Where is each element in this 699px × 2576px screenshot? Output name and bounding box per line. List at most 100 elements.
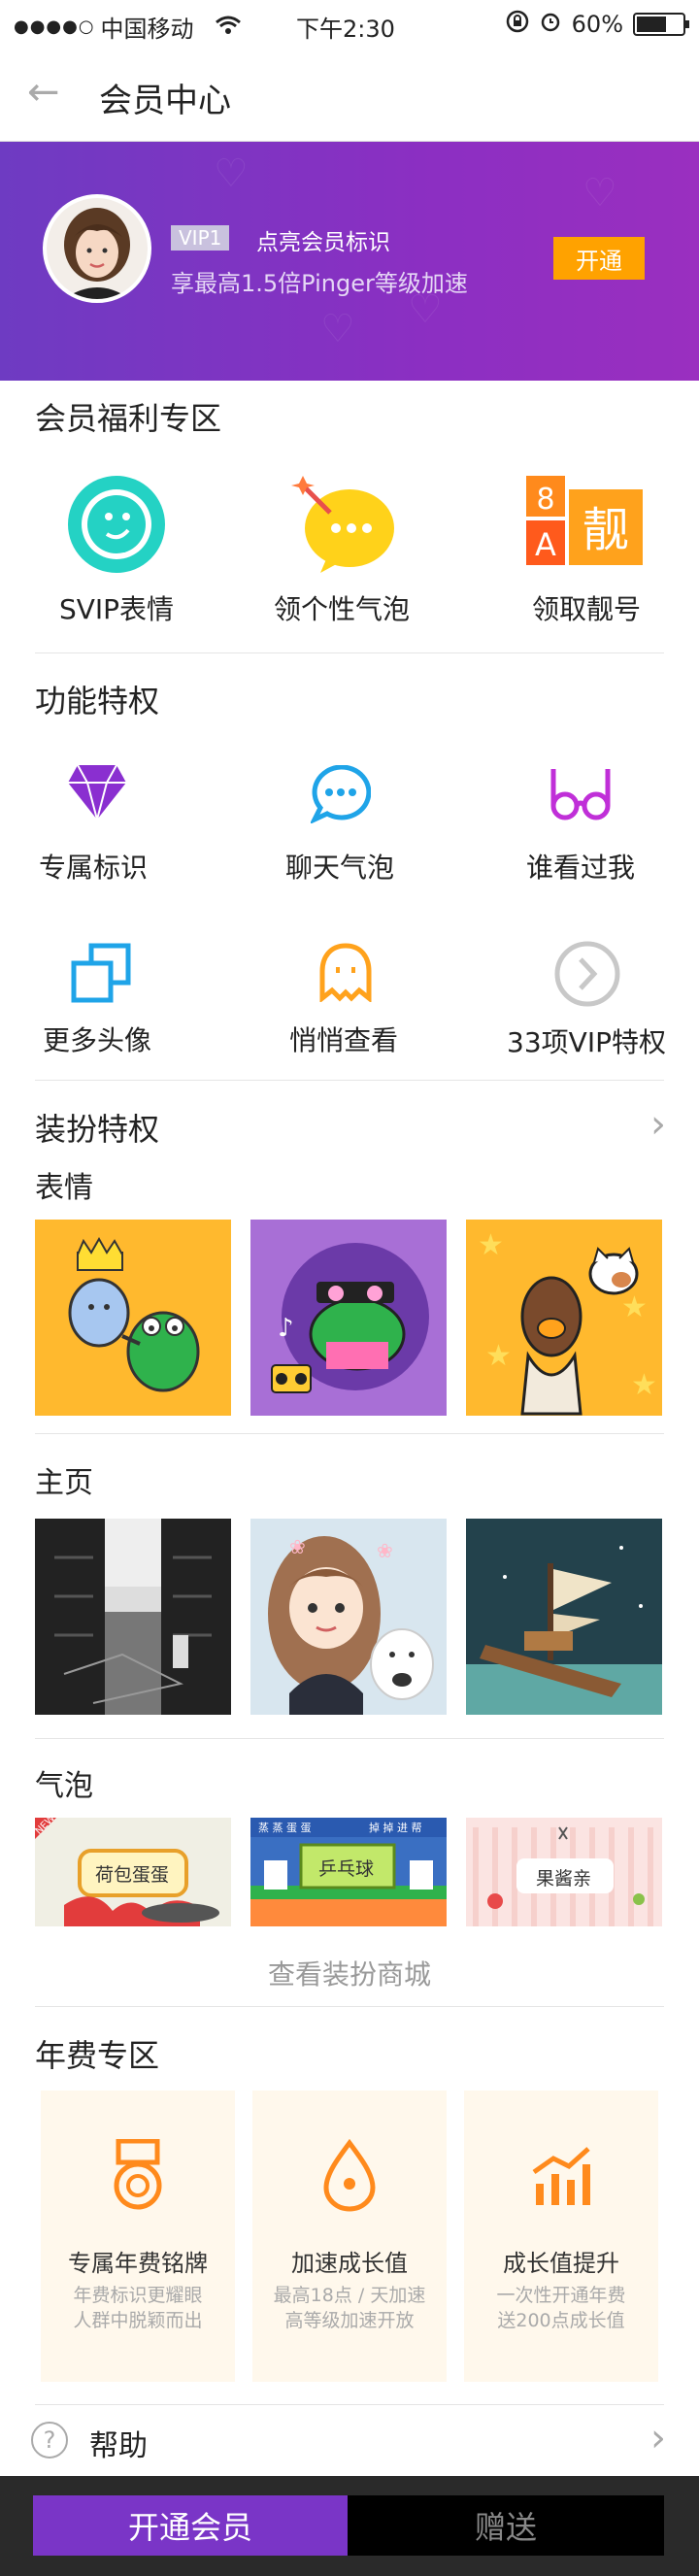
homepage-theme-thumbnail[interactable] [35,1519,231,1715]
bubble-label: 荷包蛋蛋 [95,1864,170,1886]
annual-card-desc: 年费标识更耀眼 人群中脱颖而出 [41,2283,235,2333]
svg-text:★: ★ [631,1368,657,1402]
benefit-vanity-number[interactable]: 8 A 靓 领取靓号 [470,474,699,629]
help-link[interactable]: 帮助 [89,2422,148,2464]
clock: 下午2:30 [296,16,395,43]
nav-bar: ← 会员中心 [0,49,699,142]
open-vip-button[interactable]: 开通 [553,237,645,280]
vip-status-text: 点亮会员标识 [256,230,390,255]
benefit-custom-bubble[interactable]: 领个性气泡 [225,474,458,629]
divider [35,1080,664,1081]
dressup-shop-link[interactable]: 查看装扮商城 [0,1954,699,1992]
feature-33-vip-privileges[interactable]: 33项VIP特权 [470,940,699,1058]
feature-label: 更多头像 [42,1024,151,1056]
alarm-icon [539,10,562,39]
carrier-name: 中国移动 [100,16,194,43]
chat-bubble-theme[interactable]: 果酱亲 [466,1818,662,1926]
diamond-icon [66,763,128,825]
sticker-thumbnail[interactable] [35,1220,231,1416]
feature-exclusive-badge[interactable]: 专属标识 [0,763,210,884]
help-icon[interactable]: ? [31,2422,68,2459]
chevron-right-icon[interactable]: › [650,2416,666,2460]
annual-card-desc-line: 最高18点 / 天加速 [273,2285,426,2306]
ghost-icon [316,942,375,1006]
wifi-icon [215,14,241,41]
features-section-title: 功能特权 [35,683,160,719]
chat-bubble-theme[interactable]: 蒸 蒸 蛋 蛋 掉 掉 进 帮 乒乓球 [250,1818,447,1926]
bubble-tag: 蒸 蒸 蛋 蛋 [258,1822,312,1834]
page-title: 会员中心 [99,82,231,120]
divider [35,2404,664,2405]
glasses-icon [549,767,612,825]
chevron-right-icon[interactable]: › [650,1102,666,1147]
heart-pattern-icon: ♡ [320,307,355,351]
annual-card-speedup[interactable]: 加速成长值 最高18点 / 天加速 高等级加速开放 [252,2091,447,2382]
feature-label: 专属标识 [38,852,148,884]
feature-view-secretly[interactable]: 悄悄查看 [227,940,460,1056]
homepage-subtitle: 主页 [35,1466,93,1500]
vip-level-badge: VIP1 [171,225,230,251]
number-badge-icon: 8 A 靓 [526,476,643,577]
heart-pattern-icon: ♡ [582,171,617,216]
homepage-theme-thumbnail[interactable]: ❀ ❀ [250,1519,447,1715]
homepage-theme-thumbnail[interactable] [466,1519,662,1715]
lock-rotation-icon [506,10,529,39]
feature-chat-bubble[interactable]: 聊天气泡 [223,763,456,884]
signal-strength-icon: ●●●●○ [14,17,95,37]
annual-card-desc: 最高18点 / 天加速 高等级加速开放 [252,2283,447,2333]
badge-letter: A [535,526,556,563]
chat-bubble-icon [309,764,372,827]
open-membership-button[interactable]: 开通会员 [33,2495,348,2556]
annual-card-growth[interactable]: 成长值提升 一次性开通年费 送200点成长值 [464,2091,658,2382]
back-arrow-icon[interactable]: ← [27,70,60,115]
sticker-thumbnail[interactable]: ♪ [250,1220,447,1416]
svg-text:★: ★ [478,1228,504,1262]
battery-icon [633,13,689,36]
feature-label: 悄悄查看 [288,1024,398,1056]
vip-benefit-text: 享最高1.5倍Pinger等级加速 [171,270,468,297]
growth-chart-icon [530,2145,592,2211]
chat-bubble-theme[interactable]: NEW 荷包蛋蛋 [35,1818,231,1926]
avatar-frames-icon [70,942,132,1008]
vip-banner: ♡ ♡ ♡ ♡ VIP1 点亮会员标识 享最高1.5倍Pinger等级加速 开通 [0,142,699,381]
feature-more-avatars[interactable]: 更多头像 [0,940,214,1056]
annual-card-desc-line: 一次性开通年费 [496,2285,626,2306]
bubble-label: 乒乓球 [318,1858,375,1880]
annual-section-title: 年费专区 [35,2037,160,2074]
battery-percent: 60% [571,11,623,38]
status-bar: ●●●●○ 中国移动 下午2:30 60% [0,0,699,49]
feature-who-viewed-me[interactable]: 谁看过我 [464,763,697,884]
bubbles-subtitle: 气泡 [35,1769,93,1803]
annual-card-nameplate[interactable]: 专属年费铭牌 年费标识更耀眼 人群中脱颖而出 [41,2091,235,2382]
smile-icon [66,474,167,579]
annual-card-title: 成长值提升 [503,2250,619,2277]
magic-bubble-icon [291,474,398,579]
svg-text:❀: ❀ [289,1535,306,1558]
divider [35,1433,664,1434]
bottom-action-bar: 开通会员 赠送 [0,2476,699,2576]
annual-card-desc-line: 高等级加速开放 [284,2310,415,2331]
annual-card-title: 加速成长值 [291,2250,408,2277]
medal-icon [109,2138,167,2217]
divider [35,1738,664,1739]
benefit-label: 领个性气泡 [273,593,410,625]
benefit-svip-stickers[interactable]: SVIP表情 [0,474,233,629]
heart-pattern-icon: ♡ [214,151,249,196]
gift-membership-button[interactable]: 赠送 [348,2495,664,2556]
benefit-label: 领取靓号 [531,593,641,625]
annual-card-desc-line: 人群中脱颖而出 [73,2310,203,2331]
dressup-section-title[interactable]: 装扮特权 [35,1105,159,1150]
divider [35,652,664,653]
avatar[interactable] [43,194,151,303]
divider [35,2006,664,2007]
annual-card-desc-line: 送200点成长值 [497,2310,625,2331]
benefits-section-title: 会员福利专区 [35,400,222,437]
stickers-subtitle: 表情 [35,1171,93,1205]
annual-card-desc: 一次性开通年费 送200点成长值 [464,2283,658,2333]
feature-label: 谁看过我 [525,852,635,884]
sticker-thumbnail[interactable]: ★ ★ ★ ★ [466,1220,662,1416]
badge-char: 靓 [582,503,629,557]
svg-text:★: ★ [621,1290,648,1324]
bubble-tag: 掉 掉 进 帮 [369,1822,422,1834]
feature-label: 33项VIP特权 [507,1026,666,1058]
